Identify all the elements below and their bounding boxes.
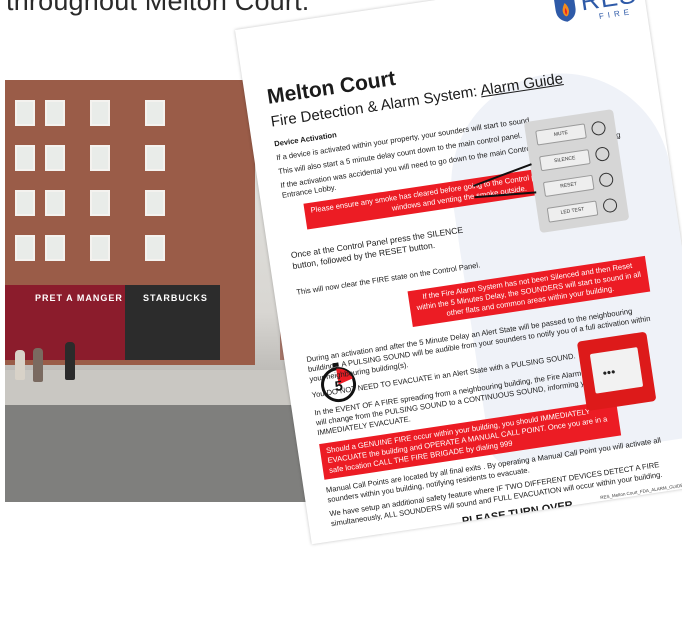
window <box>45 100 65 126</box>
window <box>45 235 65 261</box>
window <box>15 100 35 126</box>
pedestrian <box>33 348 43 382</box>
control-panel-image: MUTE SILENCE RESET LED TEST <box>523 109 630 234</box>
window <box>145 190 165 216</box>
window <box>45 190 65 216</box>
window <box>145 235 165 261</box>
window <box>145 100 165 126</box>
starbucks-shopfront: STARBUCKS <box>125 285 220 360</box>
window <box>145 145 165 171</box>
call-point-icon: ••• <box>601 364 617 381</box>
panel-silence-button: SILENCE <box>539 149 591 172</box>
window <box>90 145 110 171</box>
pedestrian <box>65 342 75 380</box>
led-test-icon <box>602 197 619 214</box>
window <box>90 235 110 261</box>
shield-logo-icon <box>553 0 576 22</box>
pavement <box>5 370 325 408</box>
pedestrian <box>15 350 25 380</box>
panel-led-test-button: LED TEST <box>546 200 599 223</box>
window <box>15 145 35 171</box>
pret-sign: PRET A MANGER <box>35 293 123 303</box>
window <box>15 190 35 216</box>
res-fire-logo: RES FIRE <box>545 0 640 33</box>
mute-icon <box>590 120 607 137</box>
panel-reset-button: RESET <box>542 174 595 198</box>
window <box>90 190 110 216</box>
window <box>15 235 35 261</box>
reset-icon <box>598 171 615 188</box>
call-point-glass: ••• <box>589 347 644 394</box>
panel-mute-button: MUTE <box>535 123 587 146</box>
alarm-guide-document: RES FIRE Melton Court Fire Detection & A… <box>235 0 682 545</box>
road <box>5 405 325 502</box>
caption-text: throughout Melton Court. <box>6 0 310 16</box>
silence-icon <box>594 146 611 163</box>
window <box>45 145 65 171</box>
window <box>90 100 110 126</box>
manual-call-point-image: ••• <box>576 331 657 412</box>
starbucks-sign: STARBUCKS <box>143 293 208 303</box>
